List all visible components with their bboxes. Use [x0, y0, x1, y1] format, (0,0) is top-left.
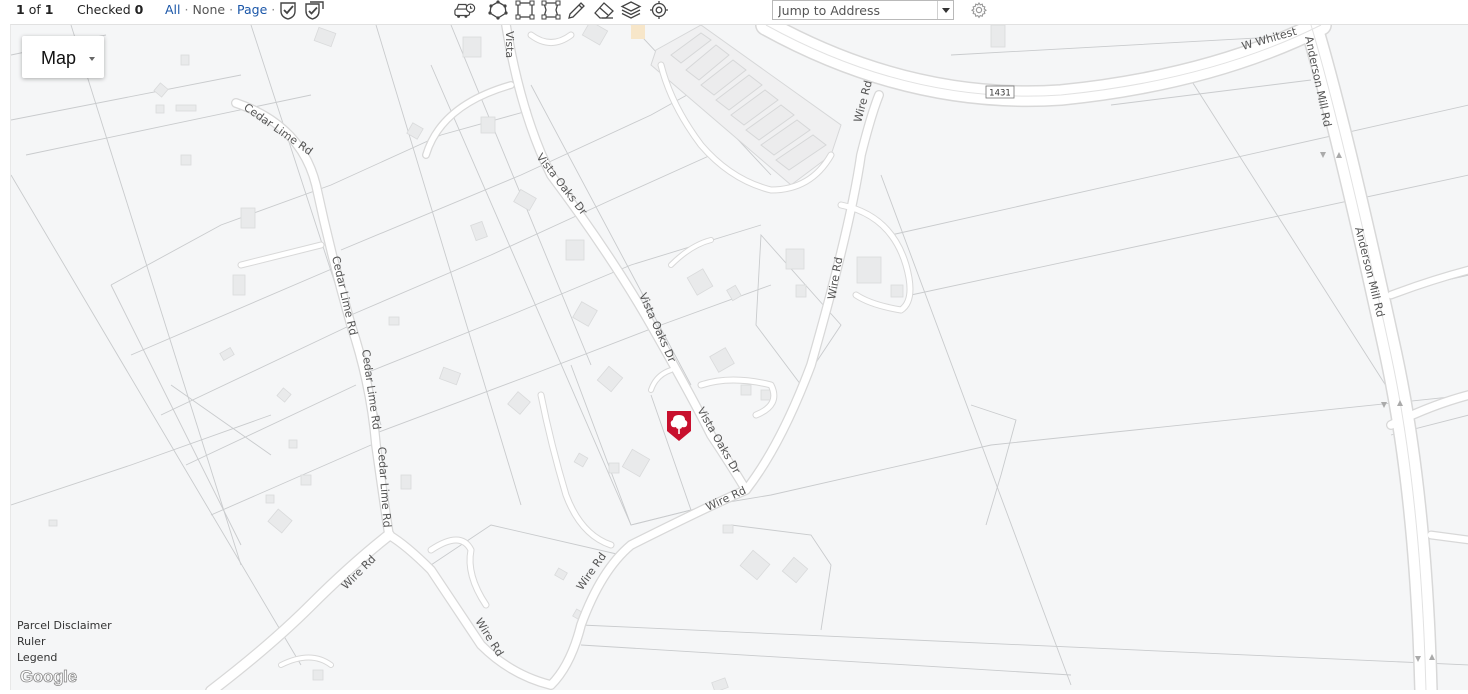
route-badge-text: 1431: [989, 89, 1011, 99]
select-none-link[interactable]: None: [192, 2, 225, 17]
locate-icon[interactable]: [648, 0, 672, 22]
ruler-link[interactable]: Ruler: [17, 635, 45, 648]
select-page-link[interactable]: Page: [237, 2, 267, 17]
google-logo[interactable]: Google: [20, 667, 78, 687]
layers-icon[interactable]: [620, 0, 644, 22]
road-label: Cedar Lime Rd: [359, 349, 383, 431]
pencil-icon[interactable]: [566, 0, 590, 22]
eraser-icon[interactable]: [593, 0, 617, 22]
road-label: Vista Oaks Dr: [694, 405, 743, 477]
calendar-car-icon[interactable]: [454, 0, 478, 22]
map-base: 1431 Cedar Lime Rd Cedar Lime Rd Cedar L…: [11, 25, 1468, 690]
checked-label: Checked: [77, 2, 131, 17]
gear-icon[interactable]: [970, 1, 988, 19]
map-canvas[interactable]: 1431 Cedar Lime Rd Cedar Lime Rd Cedar L…: [10, 24, 1468, 690]
checked-value: 0: [134, 2, 144, 17]
polygon-select-icon[interactable]: [487, 0, 511, 22]
road-label: Wire Rd: [825, 256, 845, 300]
caret-down-icon: [89, 57, 95, 61]
jump-to-address: [772, 0, 954, 20]
jump-to-address-input[interactable]: [773, 1, 939, 19]
toolbar: 1 of 1 Checked 0 All · None · Page ·: [0, 0, 1468, 24]
check-icon[interactable]: [277, 0, 301, 22]
caret-down-icon[interactable]: [937, 1, 953, 19]
select-all-link[interactable]: All: [165, 2, 181, 17]
result-count: 1 of 1: [16, 2, 53, 18]
road-label: Vista: [503, 31, 516, 58]
map-type-label: Map: [41, 48, 77, 68]
double-check-icon[interactable]: [303, 0, 327, 22]
tree-marker-icon[interactable]: [665, 409, 693, 443]
separator-dot: ·: [184, 2, 189, 17]
rectangle-edit-icon[interactable]: [540, 0, 564, 22]
count-current: 1: [16, 2, 25, 17]
route-badge: 1431: [985, 85, 1015, 99]
map-type-button[interactable]: Map: [22, 36, 104, 78]
road-label: Vista Oaks Dr: [534, 151, 590, 218]
rectangle-select-icon[interactable]: [514, 0, 538, 22]
select-links: All · None · Page ·: [165, 2, 275, 18]
separator-dot: ·: [229, 2, 234, 17]
separator-dot: ·: [271, 2, 276, 17]
count-of: of: [28, 2, 41, 17]
checked-count: Checked 0: [77, 2, 143, 18]
road-label: Cedar Lime Rd: [329, 255, 360, 337]
parcel-disclaimer-link[interactable]: Parcel Disclaimer: [17, 619, 112, 632]
legend-link[interactable]: Legend: [17, 651, 57, 664]
count-total: 1: [44, 2, 54, 17]
road-label: Wire Rd: [704, 484, 748, 514]
road-label: Vista Oaks Dr: [636, 291, 678, 365]
